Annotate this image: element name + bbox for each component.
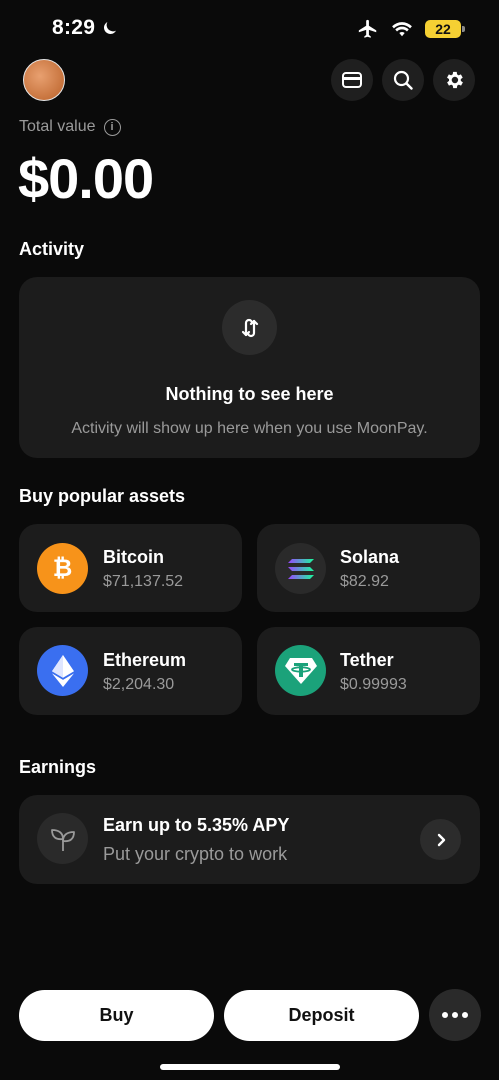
more-dots-icon [442,1012,468,1018]
chevron-right-icon [437,833,445,846]
asset-name: Tether [340,650,394,670]
info-icon[interactable]: i [103,118,121,136]
assets-title: Buy popular assets [19,486,186,506]
card-button[interactable] [331,59,373,101]
earnings-card[interactable] [19,795,480,884]
status-time-text: 8:29 [52,16,96,39]
total-label-text: Total value [19,118,96,135]
bitcoin-icon: ₿ [37,543,88,594]
status-icons: 22 [357,18,465,40]
asset-name: Solana [340,547,400,567]
asset-price: $2,204.30 [103,676,175,693]
earnings-promo-subtitle: Put your crypto to work [103,844,288,864]
earnings-title: Earnings [19,757,97,777]
total-value-label: Total value i [19,118,121,136]
status-time: 8:29 [52,16,119,40]
activity-title: Activity [19,239,85,259]
battery-level: 22 [435,21,451,37]
card-icon [342,72,362,88]
asset-name: Ethereum [103,650,187,670]
total-value: $0.00 [18,147,154,210]
ethereum-icon [37,645,88,696]
search-icon [393,70,413,90]
activity-empty-title: Nothing to see here [165,384,334,404]
earnings-open-button[interactable] [420,819,461,860]
search-button[interactable] [382,59,424,101]
gear-icon [447,71,463,89]
deposit-button[interactable]: Deposit [224,990,419,1041]
svg-text:₿: ₿ [53,554,73,582]
asset-price: $71,137.52 [103,573,184,590]
buy-button[interactable]: Buy [19,990,214,1041]
battery-indicator: 22 [425,20,465,38]
airplane-icon [358,19,377,38]
asset-name: Bitcoin [103,547,164,567]
settings-button[interactable] [433,59,475,101]
sprout-icon [37,813,88,864]
asset-price: $0.99993 [340,676,407,693]
avatar[interactable] [23,59,65,101]
tether-icon [275,645,326,696]
wifi-icon [392,22,412,37]
swap-arrows-icon [241,318,258,337]
activity-swap-icon [222,300,277,355]
asset-price: $82.92 [340,573,389,590]
activity-empty-subtitle: Activity will show up here when you use … [71,420,428,437]
home-indicator [160,1064,340,1070]
solana-icon [275,543,326,594]
more-button[interactable] [429,989,481,1041]
moon-icon [104,22,117,34]
earnings-promo-title: Earn up to 5.35% APY [103,815,290,835]
